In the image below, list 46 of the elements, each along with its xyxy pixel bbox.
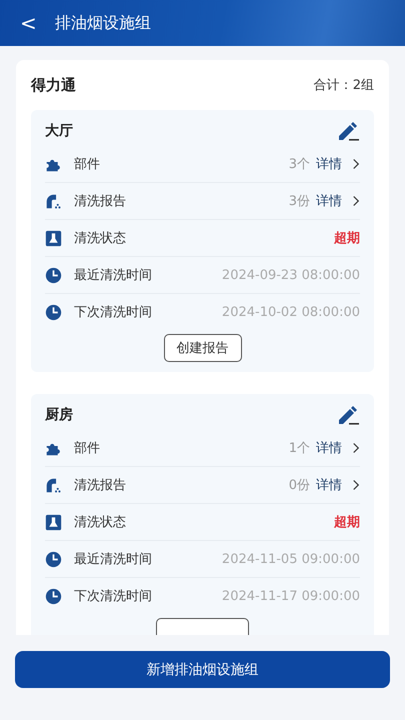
page-title: 排油烟设施组 [54,12,151,34]
clock-icon [45,304,62,320]
count-value: 1个 [288,440,310,457]
clock-icon [45,266,62,284]
time-value: 2024-10-02 08:00:00 [222,304,360,320]
row-label: 部件 [74,440,100,457]
edit-icon[interactable] [336,403,360,427]
details-link[interactable]: 详情 [316,439,342,457]
count-value: 3份 [288,193,310,210]
pipe-icon [45,476,62,494]
facility-name: 厨房 [45,406,73,424]
time-value: 2024-11-17 09:00:00 [222,588,360,604]
row-label: 部件 [74,156,100,173]
edit-icon[interactable] [336,119,360,143]
clock-icon [45,550,62,568]
status-value: 超期 [334,230,360,247]
flask-icon [45,514,62,530]
group-total: 合计：2组 [314,77,374,94]
count-value: 3个 [288,156,310,173]
chevron-icon[interactable] [352,479,360,491]
row-label: 最近清洗时间 [74,551,152,568]
time-value: 2024-11-05 09:00:00 [222,552,360,566]
row-label: 清洗报告 [74,193,126,210]
time-value: 2024-09-23 08:00:00 [222,268,360,282]
row-label: 下次清洗时间 [74,304,152,321]
details-link[interactable]: 详情 [316,155,342,173]
chevron-icon[interactable] [352,195,360,207]
count-value: 0份 [288,477,310,494]
status-value: 超期 [334,514,360,531]
back-button[interactable]: < [16,11,41,35]
details-link[interactable]: 详情 [316,192,342,210]
pipe-icon [45,192,62,210]
row-label: 下次清洗时间 [74,588,152,605]
flask-icon [45,230,62,246]
group-name: 得力通 [31,76,76,94]
row-label: 清洗状态 [74,514,126,531]
chevron-icon[interactable] [352,442,360,454]
facility-name: 大厅 [45,122,73,140]
add-group-button[interactable]: 新增排油烟设施组 [15,651,390,688]
details-link[interactable]: 详情 [316,476,342,494]
create-report-button[interactable]: 创建报告 [164,334,242,362]
row-label: 清洗状态 [74,230,126,247]
clock-icon [45,588,62,604]
row-label: 清洗报告 [74,477,126,494]
row-label: 最近清洗时间 [74,267,152,284]
chevron-icon[interactable] [352,158,360,170]
